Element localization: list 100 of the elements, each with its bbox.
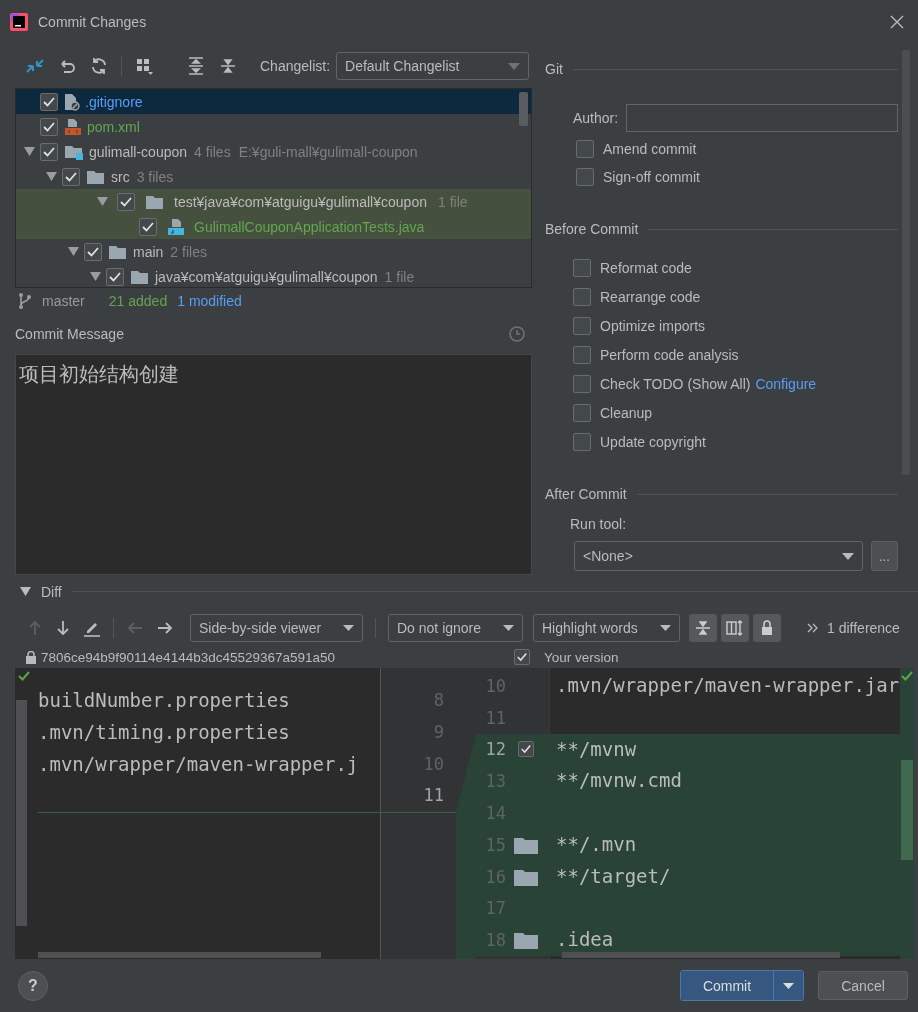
check-icon [18, 671, 30, 681]
collapse-icon[interactable] [218, 56, 238, 76]
cancel-button[interactable]: Cancel [818, 971, 908, 1000]
lock-button[interactable] [753, 614, 781, 642]
commit-options-button[interactable] [773, 971, 803, 1000]
revision-hash: 7806ce94b9f90114e4144b3dc45529367a591a50 [41, 649, 336, 665]
checkbox[interactable] [40, 92, 58, 111]
tree-row[interactable]: gulimall-coupon 4 files E:¥guli-mall¥gulimall-coupon [16, 139, 531, 164]
more-button[interactable]: ... [870, 541, 898, 571]
checkbox[interactable] [139, 217, 157, 236]
right-arrow-icon[interactable] [156, 620, 174, 636]
checkbox[interactable] [576, 167, 594, 186]
checkbox[interactable] [84, 242, 102, 261]
option-label: Sign-off commit [603, 168, 700, 185]
caret-icon [660, 625, 671, 631]
checkbox[interactable] [576, 139, 594, 158]
file-name: .gitignore [85, 93, 143, 110]
ignored-file-icon [64, 92, 80, 111]
checkbox[interactable] [117, 192, 135, 211]
file-name: test¥java¥com¥atguigu¥gulimall¥coupon [174, 193, 427, 210]
checkbox[interactable] [573, 432, 591, 451]
checkbox[interactable] [573, 287, 591, 306]
option-label: Update copyright [600, 433, 706, 450]
commit-message-field[interactable]: 项目初始结构创建 [15, 354, 532, 575]
difference-count: 1 difference [827, 620, 900, 636]
sync-scroll-button[interactable] [721, 614, 749, 642]
checkbox[interactable] [573, 258, 591, 277]
code-line: .mvn/wrapper/maven-wrapper.jar [555, 673, 900, 698]
file-name: src [111, 168, 130, 185]
run-tool-label: Run tool: [570, 516, 628, 532]
commit-button[interactable]: Commit [681, 971, 773, 1000]
collapse-unchanged-button[interactable] [689, 614, 717, 642]
diff-title: Diff [41, 583, 62, 600]
option-label: Optimize imports [600, 317, 706, 334]
expander-icon[interactable] [96, 197, 108, 206]
tree-row[interactable]: GulimallCouponApplicationTests.java [16, 214, 531, 239]
checkbox[interactable] [573, 403, 591, 422]
line-number: 12 [484, 739, 506, 760]
collapse-icon [694, 619, 712, 637]
file-name: main [133, 243, 164, 260]
checkbox[interactable] [40, 117, 58, 136]
added-count: 21 added [108, 293, 168, 309]
help-button[interactable]: ? [18, 970, 48, 1001]
checkbox[interactable] [62, 167, 80, 186]
checkbox[interactable] [573, 374, 591, 393]
option-label: Check TODO (Show All) [600, 375, 751, 392]
tree-row[interactable]: .gitignore [16, 89, 531, 114]
refresh-icon[interactable] [89, 56, 109, 76]
checkbox[interactable] [40, 142, 58, 161]
checkbox[interactable] [573, 345, 591, 364]
horizontal-scrollbar[interactable] [562, 952, 840, 958]
file-name: gulimall-coupon [89, 143, 188, 160]
file-name: pom.xml [87, 118, 140, 135]
changelist-dropdown[interactable]: Default Changelist [336, 52, 530, 80]
viewer-dropdown[interactable]: Side-by-side viewer [190, 614, 363, 642]
expander-icon[interactable] [89, 272, 101, 281]
folder-icon [86, 168, 106, 185]
window-title: Commit Changes [38, 14, 148, 30]
chevron-icon [807, 623, 819, 633]
caret-icon [783, 982, 794, 989]
tree-row[interactable]: java¥com¥atguigu¥gulimall¥coupon 1 file [16, 264, 531, 287]
file-count: 3 files [136, 168, 174, 185]
checkbox[interactable] [518, 741, 534, 758]
folder-icon [514, 835, 538, 854]
tree-row[interactable]: pom.xml [16, 114, 531, 139]
file-count: 4 files [194, 143, 231, 160]
tree-row[interactable]: test¥java¥com¥atguigu¥gulimall¥coupon 1 file [16, 189, 531, 214]
close-icon[interactable] [890, 15, 904, 29]
folder-path: E:¥guli-mall¥gulimall-coupon [238, 143, 418, 160]
down-arrow-icon[interactable] [55, 619, 71, 637]
app-icon [10, 13, 28, 31]
expander-icon[interactable] [45, 172, 57, 181]
expand-icon[interactable] [186, 56, 206, 76]
option-label: Cleanup [600, 404, 653, 421]
horizontal-scrollbar[interactable] [38, 952, 321, 958]
caret-icon [508, 62, 521, 70]
tree-row[interactable]: src 3 files [16, 164, 531, 189]
lock-icon [25, 650, 37, 664]
checkbox[interactable] [106, 267, 124, 286]
author-field[interactable] [626, 104, 898, 132]
caret-icon [503, 625, 514, 631]
expander-icon[interactable] [67, 247, 79, 256]
checkbox[interactable] [573, 316, 591, 335]
line-number: 11 [423, 785, 444, 806]
grid-icon[interactable] [134, 56, 154, 76]
ignore-dropdown[interactable]: Do not ignore [388, 614, 523, 642]
tree-row[interactable]: main 2 files [16, 239, 531, 264]
option-label: Amend commit [603, 140, 697, 157]
configure-link[interactable]: Configure [755, 375, 817, 392]
run-tool-dropdown[interactable]: <None> [574, 541, 863, 571]
caret-icon [841, 552, 854, 560]
folder-icon [145, 193, 165, 210]
highlight-dropdown[interactable]: Highlight words [533, 614, 680, 642]
caret-icon [343, 625, 354, 631]
commit-message-label: Commit Message [15, 326, 124, 342]
expander-icon[interactable] [20, 587, 31, 596]
expander-icon[interactable] [23, 147, 35, 156]
scrollbar-thumb[interactable] [519, 92, 528, 126]
checkbox[interactable] [514, 649, 530, 665]
folder-icon [514, 931, 538, 950]
